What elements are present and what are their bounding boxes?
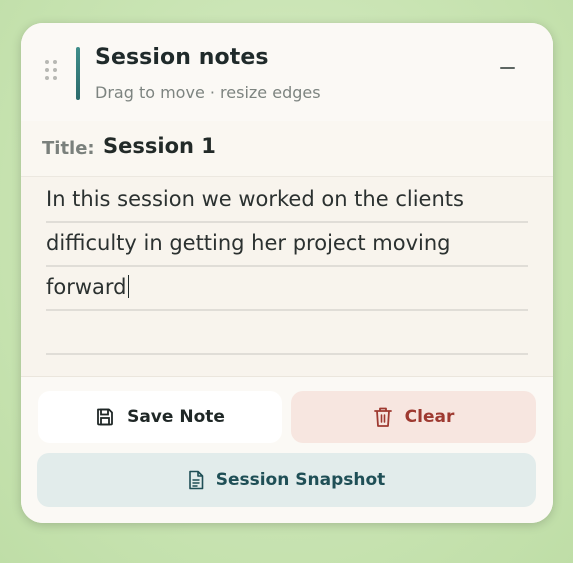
widget-title: Session notes (95, 45, 269, 70)
session-title-row: Title: Session 1 (21, 121, 553, 177)
trash-icon (373, 406, 393, 428)
save-note-button[interactable]: Save Note (38, 391, 282, 443)
widget-subtitle: Drag to move · resize edges (95, 83, 321, 102)
text-caret (127, 275, 130, 298)
clear-label: Clear (404, 407, 455, 427)
session-snapshot-label: Session Snapshot (215, 470, 386, 490)
accent-bar (76, 47, 80, 100)
note-line: forward (46, 265, 528, 311)
minus-icon (500, 67, 515, 69)
clear-button[interactable]: Clear (291, 391, 536, 443)
note-line: difficulty in getting her project moving (46, 221, 528, 267)
drag-handle-icon[interactable] (45, 60, 59, 80)
document-icon (188, 470, 204, 490)
widget-header[interactable]: Session notes Drag to move · resize edge… (21, 23, 553, 122)
note-line: In this session we worked on the clients (46, 177, 528, 223)
note-line (46, 309, 528, 355)
title-label: Title: (42, 138, 95, 159)
minimize-button[interactable] (493, 53, 523, 83)
floppy-disk-icon (95, 407, 115, 427)
save-note-label: Save Note (127, 407, 225, 427)
session-title-field[interactable]: Session 1 (103, 134, 216, 158)
note-textarea[interactable]: In this session we worked on the clients… (21, 177, 553, 376)
widget-footer: Save Note Clear Session Snapshot (21, 377, 553, 523)
session-snapshot-button[interactable]: Session Snapshot (37, 453, 536, 507)
session-notes-widget: Session notes Drag to move · resize edge… (21, 23, 553, 523)
